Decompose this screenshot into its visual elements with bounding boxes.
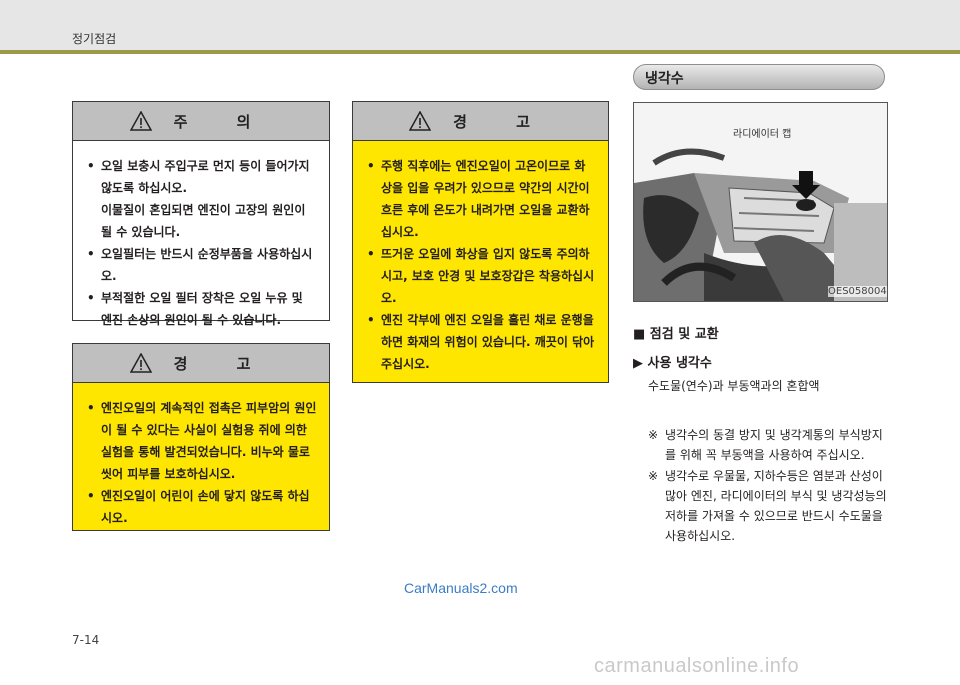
watermark[interactable]: CarManuals2.com <box>404 580 518 596</box>
footer-site[interactable]: carmanualsonline.info <box>594 655 799 678</box>
coolant-mix-text: 수도물(연수)과 부동액과의 혼합액 <box>648 379 820 393</box>
list-item: 부적절한 오일 필터 장착은 오일 누유 및 엔진 손상의 원인이 될 수 있습… <box>87 287 317 331</box>
section-label: 정기점검 <box>72 32 117 46</box>
photo-code: OES058004 <box>828 286 887 297</box>
warning-box-mid: 경 고 주행 직후에는 엔진오일이 고온이므로 화상을 입을 우려가 있으므로 … <box>352 101 609 383</box>
warning-box-left-title: 경 고 <box>173 354 273 373</box>
warning-box-left: 경 고 엔진오일의 계속적인 접촉은 피부암의 원인이 될 수 있다는 사실이 … <box>72 343 330 531</box>
list-item: 엔진 각부에 엔진 오일을 흘린 채로 운행을 하면 화재의 위험이 있습니다.… <box>367 309 596 375</box>
warning-box-left-header: 경 고 <box>73 344 329 383</box>
list-item: 뜨거운 오일에 화상을 입지 않도록 주의하시고, 보호 안경 및 보호장갑은 … <box>367 243 596 309</box>
use-heading: ▶ 사용 냉각수 <box>633 356 712 371</box>
header-rule <box>0 50 960 54</box>
header-band <box>0 0 960 52</box>
warning-box-mid-header: 경 고 <box>353 102 608 141</box>
list-item: 엔진오일이 어린이 손에 닿지 않도록 하십시오. <box>87 485 317 529</box>
caution-box-title: 주 의 <box>173 112 273 131</box>
list-item: 오일필터는 반드시 순정부품을 사용하십시오. <box>87 243 317 287</box>
list-item: 오일 보충시 주입구로 먼지 등이 들어가지 않도록 하십시오. 이물질이 혼입… <box>87 155 317 243</box>
warning-mid-list: 주행 직후에는 엔진오일이 고온이므로 화상을 입을 우려가 있으므로 약간의 … <box>353 141 608 385</box>
note-text: 냉각수로 우물물, 지하수등은 염분과 산성이 많아 엔진, 라디에이터의 부식… <box>665 469 887 543</box>
coolant-title: 냉각수 <box>645 71 684 87</box>
list-item: 엔진오일의 계속적인 접촉은 피부암의 원인이 될 수 있다는 사실이 실험용 … <box>87 397 317 485</box>
caution-list: 오일 보충시 주입구로 먼지 등이 들어가지 않도록 하십시오. 이물질이 혼입… <box>73 141 329 341</box>
warning-box-mid-title: 경 고 <box>453 112 552 131</box>
note-mark: ※ <box>648 428 659 442</box>
caution-box-header: 주 의 <box>73 102 329 141</box>
warning-left-list: 엔진오일의 계속적인 접촉은 피부암의 원인이 될 수 있다는 사실이 실험용 … <box>73 383 329 539</box>
note-tapwater: ※ 냉각수로 우물물, 지하수등은 염분과 산성이 많아 엔진, 라디에이터의 … <box>648 466 893 546</box>
note-antifreeze: ※ 냉각수의 동결 방지 및 냉각계통의 부식방지를 위해 꼭 부동액을 사용하… <box>648 425 893 465</box>
warning-triangle-icon <box>129 353 152 373</box>
note-text: 냉각수의 동결 방지 및 냉각계통의 부식방지를 위해 꼭 부동액을 사용하여 … <box>665 428 883 462</box>
page-number: 7-14 <box>72 633 100 647</box>
list-item: 주행 직후에는 엔진오일이 고온이므로 화상을 입을 우려가 있으므로 약간의 … <box>367 155 596 243</box>
caution-box: 주 의 오일 보충시 주입구로 먼지 등이 들어가지 않도록 하십시오. 이물질… <box>72 101 330 327</box>
inspect-heading: ■ 점검 및 교환 <box>633 327 719 342</box>
photo-caption: 라디에이터 캡 <box>733 129 792 140</box>
warning-triangle-icon <box>129 111 152 131</box>
note-mark: ※ <box>648 469 659 483</box>
warning-triangle-icon <box>409 111 432 131</box>
